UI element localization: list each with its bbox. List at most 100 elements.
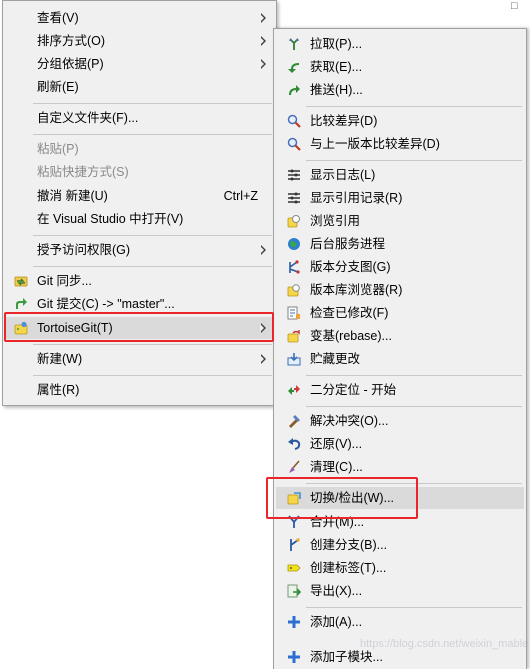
menu-item-label: 添加(A)... — [310, 615, 363, 629]
submenu-item-fetch[interactable]: 获取(E)... — [276, 56, 524, 78]
menu-item-label: 浏览引用 — [310, 214, 361, 228]
submenu-item-resolve[interactable]: 解决冲突(O)... — [276, 410, 524, 432]
window-corner-glyph: □ — [511, 0, 518, 12]
menu-item-grant-access[interactable]: 授予访问权限(G) — [5, 239, 274, 261]
menu-item-label: 撤消 新建(U) — [37, 189, 108, 203]
menu-separator — [33, 134, 272, 135]
submenu-item-check-modifications[interactable]: 检查已修改(F) — [276, 302, 524, 324]
resolve-icon — [289, 415, 300, 428]
menu-item-label: 分组依据(P) — [37, 57, 104, 71]
menu-item-label: 导出(X)... — [310, 584, 363, 598]
submenu-arrow-icon — [260, 59, 266, 69]
submenu-item-add[interactable]: 添加(A)... — [276, 611, 524, 633]
menu-item-label: Git 提交(C) -> "master"... — [37, 297, 175, 311]
menu-separator — [306, 406, 522, 407]
menu-item-label: 新建(W) — [37, 352, 83, 366]
menu-item-label: 比较差异(D) — [310, 114, 378, 128]
menu-separator — [306, 160, 522, 161]
submenu-item-create-branch[interactable]: 创建分支(B)... — [276, 534, 524, 556]
submenu-item-show-reflog[interactable]: 显示引用记录(R) — [276, 187, 524, 209]
submenu-item-stash[interactable]: 贮藏更改 — [276, 348, 524, 370]
log-icon — [288, 169, 300, 181]
menu-item-git-sync[interactable]: Git 同步... — [5, 270, 274, 292]
menu-item-customize-folder[interactable]: 自定义文件夹(F)... — [5, 107, 274, 129]
menu-item-tortoisegit[interactable]: TortoiseGit(T) — [5, 317, 274, 339]
menu-item-git-commit[interactable]: Git 提交(C) -> "master"... — [5, 293, 274, 315]
menu-item-label: 变基(rebase)... — [310, 329, 392, 343]
menu-item-label: 获取(E)... — [310, 60, 363, 74]
submenu-item-bisect-start[interactable]: 二分定位 - 开始 — [276, 379, 524, 401]
menu-item-group-by[interactable]: 分组依据(P) — [5, 53, 274, 75]
menu-item-label: 推送(H)... — [310, 83, 363, 97]
menu-item-label: 创建标签(T)... — [310, 561, 387, 575]
push-icon — [289, 85, 300, 95]
menu-item-label: 清理(C)... — [310, 460, 363, 474]
diff-prev-magnifier-icon — [287, 137, 301, 151]
menu-item-label: 创建分支(B)... — [310, 538, 388, 552]
menu-item-label: 授予访问权限(G) — [37, 243, 131, 257]
cleanup-icon — [289, 460, 300, 473]
menu-item-open-in-visual-studio[interactable]: 在 Visual Studio 中打开(V) — [5, 208, 274, 230]
git-commit-icon — [16, 298, 27, 309]
menu-item-new[interactable]: 新建(W) — [5, 348, 274, 370]
submenu-item-switch-checkout[interactable]: 切换/检出(W)... — [276, 487, 524, 509]
stash-icon — [287, 353, 301, 366]
submenu-item-browse-references[interactable]: 浏览引用 — [276, 210, 524, 232]
submenu-arrow-icon — [260, 245, 266, 255]
submenu-item-show-log[interactable]: 显示日志(L) — [276, 164, 524, 186]
menu-item-refresh[interactable]: 刷新(E) — [5, 76, 274, 98]
submenu-item-diff[interactable]: 比较差异(D) — [276, 110, 524, 132]
menu-item-label: 属性(R) — [37, 383, 80, 397]
menu-item-label: 刷新(E) — [37, 80, 79, 94]
menu-item-label: 显示日志(L) — [310, 168, 376, 182]
submenu-item-merge[interactable]: 合并(M)... — [276, 511, 524, 533]
menu-item-label: 粘贴快捷方式(S) — [37, 165, 129, 179]
submenu-arrow-icon — [260, 323, 266, 333]
menu-item-label: 与上一版本比较差异(D) — [310, 137, 440, 151]
menu-item-paste: 粘贴(P) — [5, 138, 274, 160]
submenu-arrow-icon — [260, 354, 266, 364]
menu-item-label: 查看(V) — [37, 11, 79, 25]
menu-item-label: 切换/检出(W)... — [310, 491, 395, 505]
submenu-item-repo-browser[interactable]: 版本库浏览器(R) — [276, 279, 524, 301]
create-branch-icon — [290, 538, 300, 551]
submenu-item-diff-previous[interactable]: 与上一版本比较差异(D) — [276, 133, 524, 155]
menu-item-label: 二分定位 - 开始 — [310, 383, 397, 397]
submenu-item-export[interactable]: 导出(X)... — [276, 580, 524, 602]
menu-item-paste-shortcut: 粘贴快捷方式(S) — [5, 161, 274, 183]
add-plus-icon — [288, 616, 300, 628]
menu-item-label: 显示引用记录(R) — [310, 191, 403, 205]
menu-item-properties[interactable]: 属性(R) — [5, 379, 274, 401]
menu-item-label: 排序方式(O) — [37, 34, 106, 48]
merge-icon — [288, 515, 300, 528]
menu-item-undo-new[interactable]: 撤消 新建(U) Ctrl+Z — [5, 185, 274, 207]
git-sync-icon — [14, 276, 28, 287]
submenu-item-push[interactable]: 推送(H)... — [276, 79, 524, 101]
browse-refs-icon — [287, 215, 300, 228]
submenu-item-pull[interactable]: 拉取(P)... — [276, 33, 524, 55]
menu-item-label: 后台服务进程 — [310, 237, 386, 251]
submenu-item-revision-graph[interactable]: 版本分支图(G) — [276, 256, 524, 278]
menu-separator — [33, 375, 272, 376]
menu-item-label: 粘贴(P) — [37, 142, 79, 156]
daemon-globe-icon — [288, 238, 300, 250]
revision-graph-icon — [289, 260, 300, 274]
submenu-item-cleanup[interactable]: 清理(C)... — [276, 456, 524, 478]
fetch-icon — [288, 63, 299, 73]
menu-separator — [33, 266, 272, 267]
menu-item-sort-by[interactable]: 排序方式(O) — [5, 30, 274, 52]
submenu-item-add-submodule[interactable]: 添加子模块... — [276, 646, 524, 668]
menu-item-label: 在 Visual Studio 中打开(V) — [37, 212, 184, 226]
menu-item-label: 添加子模块... — [310, 650, 383, 664]
submenu-item-daemon[interactable]: 后台服务进程 — [276, 233, 524, 255]
submenu-item-create-tag[interactable]: 创建标签(T)... — [276, 557, 524, 579]
menu-separator — [306, 375, 522, 376]
menu-item-view[interactable]: 查看(V) — [5, 7, 274, 29]
menu-item-label: 贮藏更改 — [310, 352, 361, 366]
submenu-item-rebase[interactable]: 变基(rebase)... — [276, 325, 524, 347]
menu-item-label: 拉取(P)... — [310, 37, 363, 51]
submenu-item-revert[interactable]: 还原(V)... — [276, 433, 524, 455]
menu-item-label: 版本分支图(G) — [310, 260, 391, 274]
submenu-arrow-icon — [260, 13, 266, 23]
menu-separator — [306, 106, 522, 107]
